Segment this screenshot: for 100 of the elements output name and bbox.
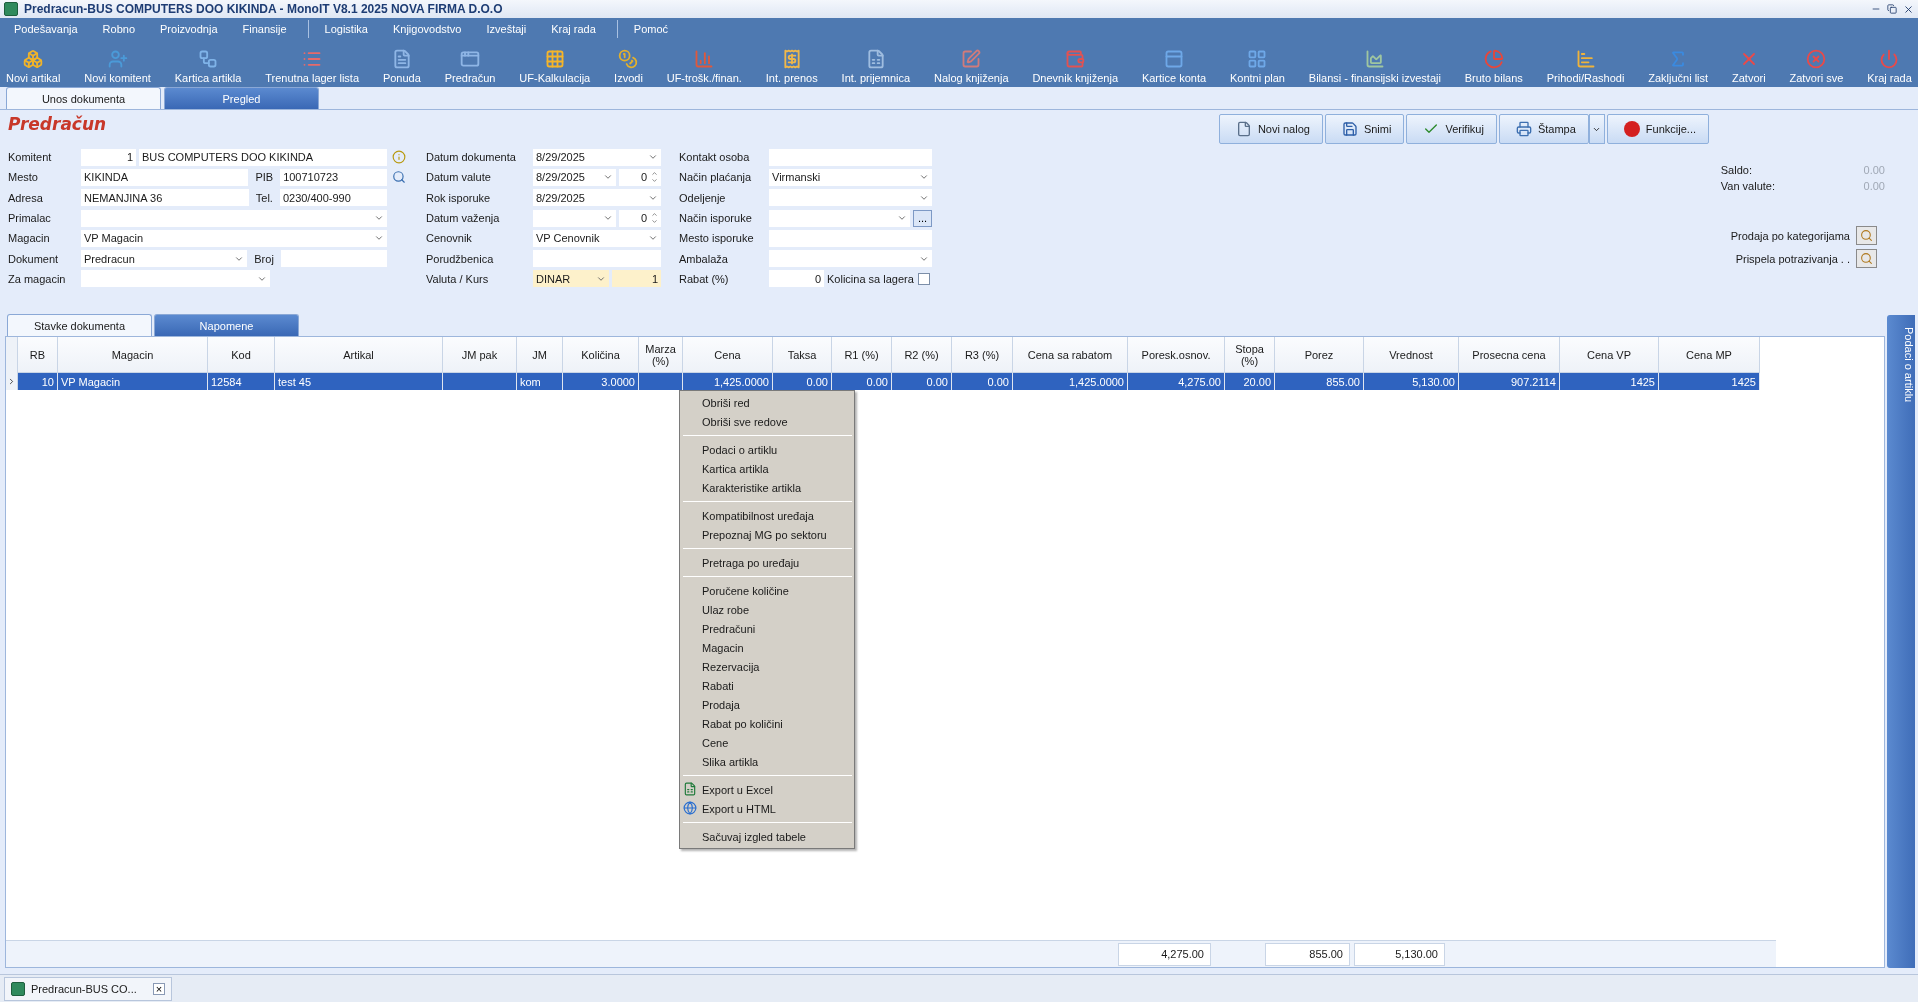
- menu-item[interactable]: Obriši red: [680, 393, 854, 412]
- text-field[interactable]: KIKINDA: [81, 168, 249, 186]
- search-icon[interactable]: [392, 170, 406, 185]
- column-header[interactable]: Stopa (%): [1225, 337, 1275, 373]
- side-tab[interactable]: Podaci o artiklu: [1887, 315, 1915, 968]
- menu-item[interactable]: Proizvodnja: [150, 23, 233, 35]
- column-header[interactable]: Artikal: [275, 337, 443, 373]
- column-header[interactable]: R1 (%): [832, 337, 892, 373]
- toolbar-button[interactable]: Prihodi/Rashodi: [1544, 49, 1627, 84]
- menu-item[interactable]: Cene: [680, 733, 854, 752]
- column-header[interactable]: Cena VP: [1560, 337, 1659, 373]
- menu-item[interactable]: Export u HTML: [680, 799, 854, 818]
- menu-item[interactable]: Prodaja: [680, 695, 854, 714]
- toolbar-button[interactable]: Novi komitent: [82, 49, 153, 84]
- dropdown-field[interactable]: VP Cenovnik: [533, 229, 661, 247]
- report-search-button[interactable]: [1856, 249, 1877, 268]
- toolbar-button[interactable]: Zatvori: [1730, 49, 1768, 84]
- column-header[interactable]: R2 (%): [892, 337, 952, 373]
- menu-item[interactable]: Podaci o artiklu: [680, 440, 854, 459]
- close-icon[interactable]: [1903, 3, 1914, 15]
- column-header[interactable]: Cena sa rabatom: [1013, 337, 1128, 373]
- column-header[interactable]: Vrednost: [1364, 337, 1459, 373]
- toolbar-button[interactable]: Trenutna lager lista: [263, 49, 362, 84]
- more-button[interactable]: ...: [913, 209, 932, 227]
- menu-item[interactable]: Pretraga po uređaju: [680, 553, 854, 572]
- toolbar-button[interactable]: Ponuda: [380, 49, 423, 84]
- tab[interactable]: Napomene: [154, 314, 299, 336]
- menu-item[interactable]: Slika artikla: [680, 752, 854, 771]
- number-field[interactable]: 1: [611, 270, 661, 288]
- toolbar-button[interactable]: Kartica artikla: [172, 49, 244, 84]
- column-header[interactable]: JM: [517, 337, 563, 373]
- dropdown-field[interactable]: [769, 250, 932, 268]
- table-row[interactable]: 10 VP Magacin 12584 test 45 kom 3.0000 1,425.0000 0.00 0.00 0.00 0.00 1,425.0000 4,275.00 20.00 855.00 5,130.00 907.2114 1425 1425: [6, 373, 1884, 390]
- column-header[interactable]: Cena: [683, 337, 773, 373]
- toolbar-button[interactable]: Izvodi: [612, 49, 645, 84]
- menu-item[interactable]: Robno: [92, 23, 151, 35]
- action-button[interactable]: Funkcije...: [1606, 114, 1709, 144]
- dropdown-field[interactable]: [81, 270, 270, 288]
- column-header[interactable]: Porez: [1275, 337, 1364, 373]
- restore-icon[interactable]: [1887, 4, 1897, 14]
- column-header[interactable]: JM pak: [443, 337, 517, 373]
- dropdown-field[interactable]: 8/29/2025: [533, 148, 661, 166]
- toolbar-button[interactable]: Bruto bilans: [1462, 49, 1525, 84]
- text-field[interactable]: [769, 148, 932, 166]
- dropdown-field[interactable]: 8/29/2025: [533, 168, 616, 186]
- menu-item[interactable]: Obriši sve redove: [680, 412, 854, 431]
- column-header[interactable]: Prosecna cena: [1459, 337, 1560, 373]
- checkbox[interactable]: [917, 272, 930, 285]
- toolbar-button[interactable]: Nalog knjiženja: [931, 49, 1011, 84]
- dropdown-field[interactable]: DINAR: [533, 270, 609, 288]
- column-header[interactable]: Kod: [208, 337, 275, 373]
- text-field[interactable]: [280, 250, 387, 268]
- toolbar-button[interactable]: Kraj rada: [1865, 49, 1914, 84]
- menu-item[interactable]: Pomoć: [623, 23, 684, 35]
- menu-item[interactable]: Podešavanja: [4, 23, 93, 35]
- toolbar-button[interactable]: UF-Kalkulacija: [517, 49, 593, 84]
- number-field[interactable]: 0: [769, 270, 824, 288]
- column-header[interactable]: Poresk.osnov.: [1128, 337, 1225, 373]
- number-field[interactable]: 1: [81, 148, 136, 166]
- toolbar-button[interactable]: Int. prijemnica: [839, 49, 913, 84]
- text-field[interactable]: [769, 229, 932, 247]
- column-header[interactable]: Količina: [563, 337, 639, 373]
- text-field[interactable]: BUS COMPUTERS DOO KIKINDA: [139, 148, 387, 166]
- taskbar-window-tab[interactable]: Predracun-BUS CO... ×: [4, 976, 173, 1001]
- dropdown-field[interactable]: Predracun: [81, 250, 248, 268]
- spinner-field[interactable]: 0: [619, 209, 661, 227]
- menu-item[interactable]: Karakteristike artikla: [680, 478, 854, 497]
- menu-item[interactable]: Knjigovodstvo: [382, 23, 477, 35]
- toolbar-button[interactable]: Predračun: [442, 49, 498, 84]
- dropdown-field[interactable]: [81, 209, 387, 227]
- tab[interactable]: Stavke dokumenta: [7, 314, 152, 336]
- tab[interactable]: Unos dokumenta: [6, 87, 161, 109]
- menu-item[interactable]: Poručene količine: [680, 581, 854, 600]
- toolbar-button[interactable]: Dnevnik knjiženja: [1030, 49, 1120, 84]
- menu-item[interactable]: Logistika: [314, 23, 383, 35]
- toolbar-button[interactable]: Zatvori sve: [1787, 49, 1846, 84]
- column-header[interactable]: Cena MP: [1659, 337, 1760, 373]
- menu-item[interactable]: Kraj rada: [541, 23, 611, 35]
- toolbar-button[interactable]: UF-trošk./finan.: [664, 49, 744, 84]
- menu-item[interactable]: Rezervacija: [680, 657, 854, 676]
- tab[interactable]: Pregled: [164, 87, 319, 109]
- text-field[interactable]: NEMANJINA 36: [81, 189, 249, 207]
- column-header[interactable]: Taksa: [773, 337, 832, 373]
- text-field[interactable]: 100710723: [280, 168, 387, 186]
- column-header[interactable]: RB: [18, 337, 58, 373]
- dropdown-field[interactable]: [769, 189, 932, 207]
- menu-item[interactable]: Izveštaji: [476, 23, 542, 35]
- menu-item[interactable]: Export u Excel: [680, 780, 854, 799]
- close-tab-button[interactable]: ×: [152, 982, 166, 995]
- menu-item[interactable]: Sačuvaj izgled tabele: [680, 827, 854, 846]
- text-field[interactable]: [533, 250, 661, 268]
- toolbar-button[interactable]: Novi artikal: [4, 49, 63, 84]
- menu-item[interactable]: Rabati: [680, 676, 854, 695]
- menu-item[interactable]: Kompatibilnost uređaja: [680, 506, 854, 525]
- dropdown-field[interactable]: Virmanski: [769, 168, 932, 186]
- column-header[interactable]: R3 (%): [952, 337, 1013, 373]
- action-button[interactable]: Štampa: [1498, 114, 1589, 144]
- dropdown-field[interactable]: 8/29/2025: [533, 189, 661, 207]
- menu-item[interactable]: Magacin: [680, 638, 854, 657]
- dropdown-field[interactable]: [769, 209, 910, 227]
